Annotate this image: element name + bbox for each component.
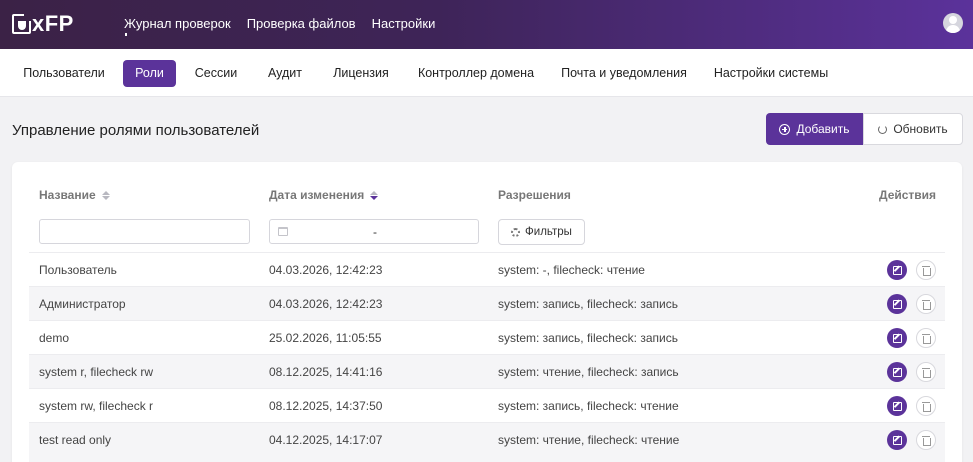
date-range-separator: - [373, 225, 377, 239]
table-row[interactable]: test read only 04.12.2025, 14:17:07 syst… [29, 422, 945, 462]
table-row[interactable]: Пользователь 04.03.2026, 12:42:23 system… [29, 252, 945, 286]
column-header-name-label: Название [39, 188, 96, 202]
active-indicator [125, 33, 127, 36]
role-permissions: system: -, filecheck: чтение [498, 263, 645, 277]
role-name: Пользователь [39, 263, 117, 277]
table-row[interactable]: Администратор 04.03.2026, 12:42:23 syste… [29, 286, 945, 320]
table-row[interactable]: demo 25.02.2026, 11:05:55 system: запись… [29, 320, 945, 354]
role-modified: 08.12.2025, 14:37:50 [269, 399, 383, 413]
column-header-modified[interactable]: Дата изменения [269, 188, 379, 202]
tab-license[interactable]: Лицензия [324, 60, 398, 87]
tab-system-settings[interactable]: Настройки системы [706, 60, 836, 87]
trash-icon[interactable] [916, 260, 936, 280]
page-title: Управление ролями пользователей [12, 122, 260, 139]
table-row[interactable]: system rw, filecheck r 08.12.2025, 14:37… [29, 388, 945, 422]
sort-desc-icon [370, 190, 379, 200]
top-nav: Журнал проверок Проверка файлов Настройк… [124, 16, 436, 36]
column-header-modified-label: Дата изменения [269, 188, 365, 202]
column-header-actions: Действия [879, 188, 937, 202]
trash-icon[interactable] [916, 328, 936, 348]
role-modified: 04.03.2026, 12:42:23 [269, 263, 383, 277]
topnav-item-check-log[interactable]: Журнал проверок [124, 16, 231, 31]
date-range-filter[interactable]: - [269, 219, 479, 244]
column-header-permissions: Разрешения [498, 188, 571, 202]
sort-icon [101, 190, 110, 200]
gear-icon [511, 227, 521, 237]
role-permissions: system: чтение, filecheck: чтение [498, 433, 680, 447]
edit-icon[interactable] [887, 260, 907, 280]
role-modified: 04.12.2025, 14:17:07 [269, 433, 383, 447]
filters-label: Фильтры [525, 226, 572, 238]
role-permissions: system: чтение, filecheck: запись [498, 365, 679, 379]
column-header-name[interactable]: Название [39, 188, 110, 202]
role-modified: 04.03.2026, 12:42:23 [269, 297, 383, 311]
tab-roles[interactable]: Роли [123, 60, 176, 87]
edit-icon[interactable] [887, 430, 907, 450]
edit-icon[interactable] [887, 328, 907, 348]
refresh-button[interactable]: Обновить [863, 113, 963, 145]
role-permissions: system: запись, filecheck: запись [498, 297, 678, 311]
role-name: test read only [39, 433, 112, 447]
name-filter-input[interactable] [39, 219, 250, 244]
tab-sessions[interactable]: Сессии [186, 60, 246, 87]
tab-mail-notifications[interactable]: Почта и уведомления [554, 60, 694, 87]
tab-audit[interactable]: Аудит [257, 60, 313, 87]
role-permissions: system: запись, filecheck: запись [498, 331, 678, 345]
refresh-icon [878, 124, 888, 134]
trash-icon[interactable] [916, 430, 936, 450]
add-label: Добавить [796, 122, 850, 136]
edit-icon[interactable] [887, 294, 907, 314]
filters-button[interactable]: Фильтры [498, 219, 585, 245]
settings-tabs: Пользователи Роли Сессии Аудит Лицензия … [0, 49, 973, 97]
trash-icon[interactable] [916, 396, 936, 416]
logo-text: xFP [32, 11, 74, 36]
edit-icon[interactable] [887, 362, 907, 382]
role-modified: 08.12.2025, 14:41:16 [269, 365, 383, 379]
role-name: system r, filecheck rw [39, 365, 154, 379]
shield-icon [12, 14, 31, 34]
user-avatar-icon[interactable] [943, 13, 963, 33]
plus-circle-icon [779, 123, 791, 135]
role-name: system rw, filecheck r [39, 399, 154, 413]
top-bar: xFP Журнал проверок Проверка файлов Наст… [0, 0, 973, 49]
topnav-item-file-check[interactable]: Проверка файлов [247, 16, 356, 31]
refresh-label: Обновить [893, 122, 948, 136]
edit-icon[interactable] [887, 396, 907, 416]
topnav-item-settings[interactable]: Настройки [372, 16, 436, 31]
trash-icon[interactable] [916, 294, 936, 314]
trash-icon[interactable] [916, 362, 936, 382]
tab-domain-controller[interactable]: Контроллер домена [410, 60, 542, 87]
table-row[interactable]: system r, filecheck rw 08.12.2025, 14:41… [29, 354, 945, 388]
role-name: Администратор [39, 297, 126, 311]
add-role-button[interactable]: Добавить [766, 113, 863, 145]
role-permissions: system: запись, filecheck: чтение [498, 399, 679, 413]
role-modified: 25.02.2026, 11:05:55 [269, 331, 382, 345]
logo[interactable]: xFP [12, 13, 74, 35]
role-name: demo [39, 331, 70, 345]
tab-users[interactable]: Пользователи [14, 60, 114, 87]
